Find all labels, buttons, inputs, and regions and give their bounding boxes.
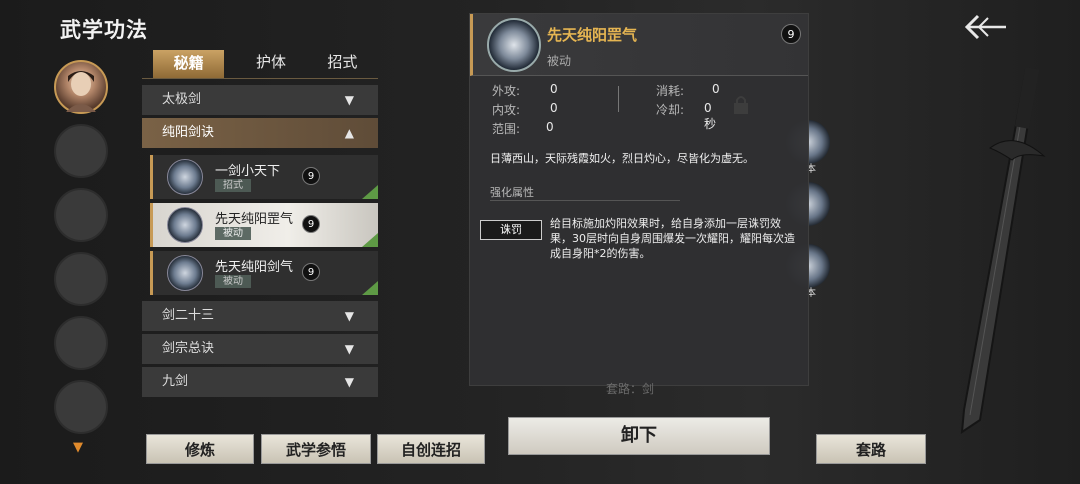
category-label: 剑二十三 (162, 308, 215, 323)
chevron-up-icon: ▲ (344, 126, 354, 140)
equipped-check-icon (362, 281, 378, 295)
stat-label: 外攻: (492, 84, 521, 98)
equipped-check-icon (362, 233, 378, 247)
stat-label: 内攻: (492, 103, 521, 117)
back-button[interactable] (962, 10, 1010, 44)
skill-detail-panel: 先天纯阳罡气 被动 9 外攻: 0 内攻: 0 范围: 0 消耗: 0 冷却: … (469, 13, 809, 396)
avatar (66, 71, 96, 112)
detail-skill-name: 先天纯阳罡气 (547, 26, 638, 44)
stat-label: 范围: (492, 122, 521, 136)
insight-button[interactable]: 武学参悟 (261, 434, 371, 464)
character-avatar-active[interactable] (54, 60, 108, 114)
level-badge: 9 (302, 215, 320, 233)
category-tabs: 秘籍 护体 招式 (142, 47, 378, 79)
category-label: 剑宗总诀 (162, 341, 215, 356)
skill-tag: 招式 (215, 179, 251, 192)
trait-tag[interactable]: 诛罚 (480, 220, 542, 240)
category-label: 九剑 (162, 374, 189, 389)
stat-value: 0 (712, 82, 720, 96)
skill-tag: 被动 (215, 227, 251, 240)
tab-moves[interactable]: 招式 (307, 47, 378, 78)
skill-item-selected[interactable]: 先天纯阳罡气 被动 9 (150, 203, 378, 247)
category-sword-sect[interactable]: 剑宗总诀 ▼ (142, 334, 378, 364)
chevron-down-icon: ▼ (344, 375, 354, 389)
chevron-down-icon: ▼ (344, 93, 354, 107)
category-label: 太极剑 (162, 92, 202, 107)
stat-label: 冷却: (656, 103, 685, 117)
skill-name: 先天纯阳剑气 (215, 260, 294, 275)
train-button[interactable]: 修炼 (146, 434, 254, 464)
lock-icon (734, 96, 748, 114)
stat-value: 0 (550, 101, 558, 115)
stat-outer-attack: 外攻: 0 (492, 82, 558, 99)
skill-name: 一剑小天下 (215, 164, 281, 179)
unequip-button[interactable]: 卸下 (508, 417, 770, 455)
detail-skill-type: 被动 (547, 54, 572, 68)
category-chunyang-sword[interactable]: 纯阳剑诀 ▲ (142, 118, 378, 148)
divider (490, 200, 680, 201)
routine-hint: 套路：剑 (606, 382, 655, 396)
character-slot[interactable] (54, 252, 108, 306)
skill-name: 先天纯阳罡气 (215, 212, 294, 227)
stat-label: 消耗: (656, 84, 685, 98)
level-badge: 9 (302, 167, 320, 185)
stat-range: 范围: 0 (492, 120, 554, 137)
detail-header: 先天纯阳罡气 被动 9 (470, 14, 808, 76)
character-slot[interactable] (54, 380, 108, 434)
page-title: 武学功法 (60, 18, 148, 42)
skill-description: 日薄西山，天际残霞如火，烈日灼心，尽皆化为虚无。 (490, 152, 754, 165)
skill-detail-icon (487, 18, 541, 72)
character-slot[interactable] (54, 316, 108, 370)
level-badge: 9 (302, 263, 320, 281)
skill-item[interactable]: 一剑小天下 招式 9 (150, 155, 378, 199)
stat-value: 0 (546, 120, 554, 134)
skill-item[interactable]: 先天纯阳剑气 被动 9 (150, 251, 378, 295)
skill-tag: 被动 (215, 275, 251, 288)
routine-button[interactable]: 套路 (816, 434, 926, 464)
tab-secret-books[interactable]: 秘籍 (153, 50, 225, 78)
category-nine-swords[interactable]: 九剑 ▼ (142, 367, 378, 397)
category-label: 纯阳剑诀 (162, 125, 215, 140)
stat-cost: 消耗: 0 (656, 82, 720, 99)
category-sword-23[interactable]: 剑二十三 ▼ (142, 301, 378, 331)
category-taiji-sword[interactable]: 太极剑 ▼ (142, 85, 378, 115)
stat-cooldown: 冷却: 0秒 (656, 101, 716, 131)
chevron-down-icon: ▼ (344, 342, 354, 356)
detail-level-badge: 9 (781, 24, 801, 44)
stat-inner-attack: 内攻: 0 (492, 101, 558, 118)
custom-combo-button[interactable]: 自创连招 (377, 434, 485, 464)
character-slot[interactable] (54, 124, 108, 178)
trait-description: 给目标施加灼阳效果时，给自身添加一层诛罚效果，30层时向自身周围爆发一次耀阳，耀… (550, 217, 795, 260)
scroll-down-icon[interactable]: ▼ (73, 440, 83, 455)
sword-icon (960, 67, 1046, 434)
skill-icon (167, 207, 203, 243)
enhance-header: 强化属性 (490, 186, 534, 199)
character-slot[interactable] (54, 188, 108, 242)
chevron-down-icon: ▼ (344, 309, 354, 323)
skill-icon (167, 255, 203, 291)
stat-value: 0 (550, 82, 558, 96)
stat-divider (618, 86, 619, 112)
skill-icon (167, 159, 203, 195)
tab-body-guard[interactable]: 护体 (235, 47, 306, 78)
back-arrow-icon (964, 14, 1006, 40)
stat-value: 0秒 (704, 101, 717, 131)
equipped-check-icon (362, 185, 378, 199)
